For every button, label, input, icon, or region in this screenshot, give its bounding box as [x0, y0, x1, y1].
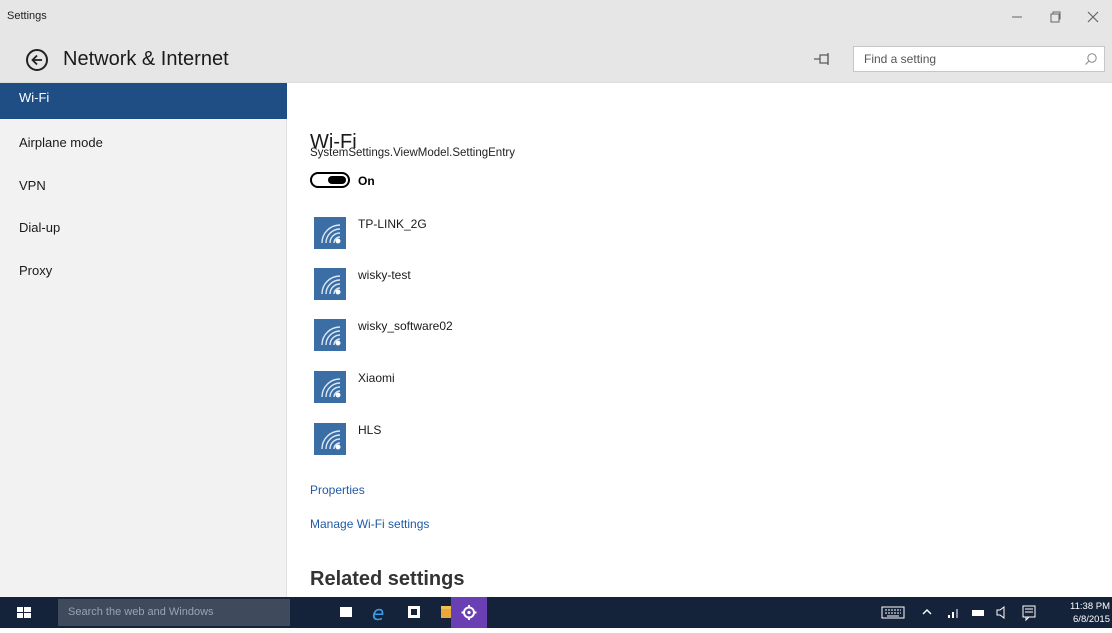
- wifi-signal-icon: [314, 371, 346, 403]
- task-view-icon: [340, 607, 352, 617]
- setting-entry-text: SystemSettings.ViewModel.SettingEntry: [310, 147, 515, 159]
- wifi-signal-icon: [314, 423, 346, 455]
- network-item[interactable]: HLS: [314, 423, 714, 463]
- search-icon[interactable]: [1084, 52, 1098, 66]
- taskbar-search-placeholder: Search the web and Windows: [68, 606, 214, 618]
- wifi-signal-icon: [314, 217, 346, 249]
- svg-text:e: e: [372, 601, 384, 625]
- settings-app-button[interactable]: [451, 597, 487, 628]
- network-item[interactable]: wisky-test: [314, 268, 714, 308]
- windows-logo-icon: [17, 607, 31, 618]
- settings-window: Settings Network & Internet Find a setti…: [0, 0, 1112, 597]
- close-button[interactable]: [1078, 6, 1108, 30]
- action-center-button[interactable]: [1018, 597, 1040, 628]
- search-box[interactable]: [853, 46, 1105, 72]
- taskbar-clock[interactable]: 11:38 PM 6/8/2015: [1068, 600, 1112, 626]
- settings-icon: [461, 605, 477, 620]
- page-title: Network & Internet: [63, 48, 229, 70]
- sidebar-item-proxy[interactable]: Proxy: [0, 252, 287, 290]
- action-center-icon: [1022, 605, 1036, 622]
- chevron-up-icon: [922, 609, 932, 615]
- keyboard-button[interactable]: [878, 597, 910, 628]
- toggle-knob: [328, 176, 346, 184]
- sidebar-item-vpn[interactable]: VPN: [0, 167, 287, 205]
- sidebar-item-wifi[interactable]: Wi-Fi: [0, 83, 287, 119]
- store-button[interactable]: [397, 597, 431, 628]
- title-bar: Settings: [0, 0, 1112, 36]
- sidebar-item-dial-up[interactable]: Dial-up: [0, 209, 287, 247]
- page-header: Network & Internet: [0, 36, 1112, 83]
- wifi-signal-icon: [314, 268, 346, 300]
- keyboard-icon: [881, 606, 905, 619]
- search-input[interactable]: [854, 47, 1074, 71]
- related-settings-title: Related settings: [310, 568, 465, 590]
- app-title: Settings: [7, 10, 47, 22]
- network-name: TP-LINK_2G: [358, 217, 427, 231]
- network-name: HLS: [358, 423, 382, 437]
- clock-time: 11:38 PM: [1070, 601, 1110, 612]
- network-name: wisky_software02: [358, 319, 453, 333]
- network-item[interactable]: Xiaomi: [314, 371, 714, 411]
- sidebar-item-label: VPN: [19, 178, 46, 193]
- sidebar-item-airplane-mode[interactable]: Airplane mode: [0, 124, 287, 162]
- main-content: Wi-Fi SystemSettings.ViewModel.SettingEn…: [288, 83, 1112, 597]
- wifi-toggle[interactable]: [310, 172, 350, 188]
- wifi-signal-icon: [314, 319, 346, 351]
- task-view-button[interactable]: [329, 597, 363, 628]
- maximize-button[interactable]: [1040, 6, 1070, 30]
- sidebar-item-label: Dial-up: [19, 220, 61, 235]
- store-icon: [408, 606, 420, 618]
- sidebar-item-label: Proxy: [19, 263, 53, 278]
- toggle-state-label: On: [358, 174, 375, 188]
- edge-button[interactable]: e: [363, 597, 397, 628]
- sidebar-item-label: Airplane mode: [19, 135, 103, 150]
- network-name: Xiaomi: [358, 371, 395, 385]
- sidebar-item-label: Wi-Fi: [19, 90, 50, 105]
- minimize-button[interactable]: [1002, 6, 1032, 30]
- taskbar-search-box[interactable]: Search the web and Windows: [58, 599, 290, 626]
- taskbar: Search the web and Windows e 11:38 PM 6/…: [0, 597, 1112, 628]
- back-button[interactable]: [26, 49, 48, 71]
- volume-button[interactable]: [992, 597, 1012, 628]
- back-arrow-icon: [31, 54, 42, 66]
- network-status-button[interactable]: [944, 597, 964, 628]
- network-item[interactable]: TP-LINK_2G: [314, 217, 714, 257]
- edge-icon: e: [372, 601, 384, 625]
- battery-icon: [972, 610, 984, 616]
- close-icon: [1087, 11, 1099, 23]
- sidebar: Wi-Fi Airplane mode VPN Dial-up Proxy: [0, 83, 287, 597]
- network-icon: [948, 609, 958, 618]
- start-button[interactable]: [0, 597, 48, 628]
- maximize-icon: [1050, 11, 1061, 23]
- show-hidden-icons-button[interactable]: [918, 597, 936, 628]
- pin-icon[interactable]: [813, 51, 833, 67]
- manage-wifi-settings-link[interactable]: Manage Wi-Fi settings: [310, 517, 429, 531]
- minimize-icon: [1012, 16, 1022, 18]
- battery-button[interactable]: [968, 597, 988, 628]
- volume-icon: [996, 606, 1005, 619]
- network-name: wisky-test: [358, 268, 411, 282]
- network-item[interactable]: wisky_software02: [314, 319, 714, 359]
- properties-link[interactable]: Properties: [310, 483, 365, 497]
- clock-date: 6/8/2015: [1073, 614, 1110, 625]
